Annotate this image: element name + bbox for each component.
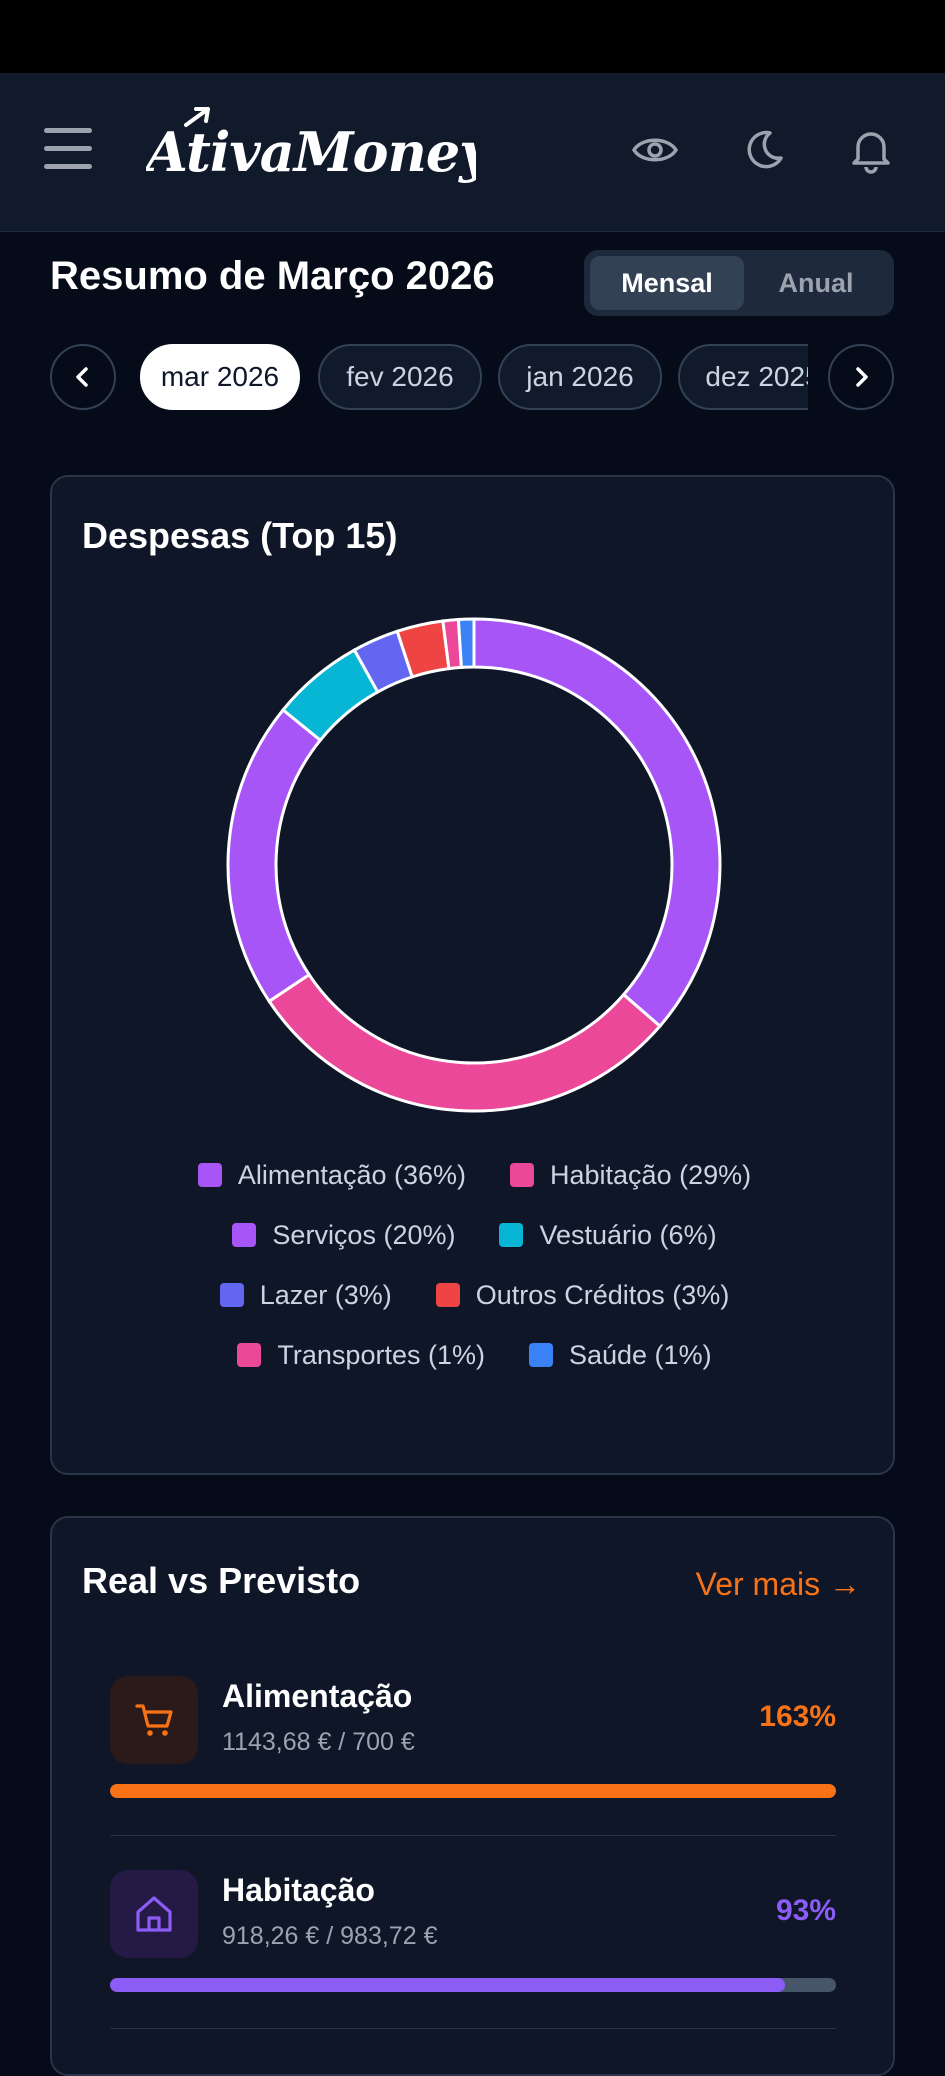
divider bbox=[110, 1835, 836, 1836]
budget-icon-bg bbox=[110, 1870, 198, 1958]
legend-swatch bbox=[219, 1283, 244, 1307]
month-chip[interactable]: fev 2026 bbox=[318, 344, 482, 410]
eye-icon[interactable] bbox=[630, 125, 680, 175]
next-month-button[interactable] bbox=[828, 344, 894, 410]
legend-swatch bbox=[237, 1343, 262, 1367]
expenses-title: Despesas (Top 15) bbox=[82, 515, 398, 556]
donut-slice-serviços[interactable] bbox=[226, 707, 323, 1004]
legend-label: Serviços (20%) bbox=[272, 1219, 456, 1250]
month-chips: mar 2026 fev 2026 jan 2026 dez 2025 bbox=[140, 344, 808, 414]
legend-label: Alimentação (36%) bbox=[237, 1159, 466, 1190]
legend-label: Transportes (1%) bbox=[277, 1339, 485, 1370]
legend-item[interactable]: Serviços (20%) bbox=[232, 1220, 455, 1251]
legend-swatch bbox=[197, 1163, 222, 1187]
chevron-right-icon bbox=[856, 367, 868, 387]
app-logo[interactable]: AtivaMoney bbox=[146, 105, 476, 195]
svg-text:AtivaMoney: AtivaMoney bbox=[146, 120, 476, 184]
status-bar bbox=[0, 0, 945, 73]
cart-icon bbox=[135, 1704, 173, 1736]
donut-slice-saúde[interactable] bbox=[456, 617, 476, 669]
legend-swatch bbox=[510, 1163, 534, 1187]
donut-slice-habitação[interactable] bbox=[267, 972, 663, 1113]
toggle-annual[interactable]: Anual bbox=[744, 256, 888, 310]
month-selector: mar 2026 fev 2026 jan 2026 dez 2025 bbox=[50, 344, 895, 414]
legend-label: Lazer (3%) bbox=[259, 1279, 392, 1310]
budget-amount: 1143,68 € / 700 € bbox=[222, 1728, 415, 1756]
expenses-donut-chart bbox=[226, 617, 722, 1113]
budget-percent: 93% bbox=[775, 1894, 836, 1927]
budget-icon-bg bbox=[110, 1676, 198, 1764]
legend-item[interactable]: Outros Créditos (3%) bbox=[435, 1279, 730, 1311]
moon-icon[interactable] bbox=[738, 125, 788, 175]
budget-progress-bar bbox=[110, 1978, 836, 1992]
page-title: Resumo de Março 2026 bbox=[50, 254, 495, 298]
month-chip[interactable]: jan 2026 bbox=[498, 344, 662, 410]
period-toggle: Mensal Anual bbox=[584, 250, 894, 316]
legend-swatch bbox=[499, 1223, 524, 1247]
see-more-link[interactable]: Ver mais → bbox=[696, 1566, 861, 1603]
legend-swatch bbox=[528, 1343, 553, 1367]
budget-card: Real vs Previsto Ver mais → Alimentação … bbox=[50, 1516, 895, 2076]
donut-slice-alimentação[interactable] bbox=[472, 617, 722, 1029]
divider bbox=[110, 2028, 836, 2029]
budget-item[interactable]: Alimentação 1143,68 € / 700 € 163% bbox=[110, 1676, 836, 1806]
chart-legend: Alimentação (36%) Habitação (29%) Serviç… bbox=[52, 1145, 897, 1385]
menu-icon[interactable] bbox=[44, 128, 92, 172]
budget-category: Habitação bbox=[222, 1872, 375, 1908]
legend-item[interactable]: Transportes (1%) bbox=[237, 1340, 485, 1371]
legend-swatch bbox=[435, 1283, 460, 1307]
month-chip[interactable]: dez 2025 bbox=[678, 344, 808, 410]
legend-label: Vestuário (6%) bbox=[539, 1219, 717, 1250]
month-chip[interactable]: mar 2026 bbox=[140, 344, 300, 410]
budget-progress-fill bbox=[110, 1784, 836, 1798]
legend-label: Saúde (1%) bbox=[568, 1339, 712, 1370]
legend-swatch bbox=[232, 1223, 257, 1247]
home-icon bbox=[136, 1896, 172, 1932]
bell-icon[interactable] bbox=[846, 125, 896, 175]
expenses-card: Despesas (Top 15) Alimentação (36%) Habi… bbox=[50, 475, 895, 1475]
legend-item[interactable]: Lazer (3%) bbox=[219, 1279, 392, 1311]
budget-amount: 918,26 € / 983,72 € bbox=[222, 1922, 438, 1950]
legend-item[interactable]: Vestuário (6%) bbox=[499, 1219, 717, 1251]
legend-item[interactable]: Alimentação (36%) bbox=[197, 1159, 466, 1191]
budget-progress-fill bbox=[110, 1978, 786, 1992]
legend-label: Outros Créditos (3%) bbox=[475, 1279, 730, 1310]
summary-header: Resumo de Março 2026 Mensal Anual bbox=[50, 248, 895, 318]
budget-title: Real vs Previsto bbox=[82, 1560, 361, 1601]
budget-progress-bar bbox=[110, 1784, 836, 1798]
budget-category: Alimentação bbox=[222, 1678, 413, 1714]
budget-percent: 163% bbox=[759, 1700, 836, 1733]
chevron-left-icon bbox=[76, 367, 88, 387]
app-header: AtivaMoney bbox=[0, 73, 945, 232]
prev-month-button[interactable] bbox=[50, 344, 116, 410]
toggle-monthly[interactable]: Mensal bbox=[590, 256, 744, 310]
legend-item[interactable]: Habitação (29%) bbox=[510, 1160, 751, 1191]
legend-label: Habitação (29%) bbox=[550, 1159, 752, 1190]
legend-item[interactable]: Saúde (1%) bbox=[528, 1339, 712, 1371]
budget-item[interactable]: Habitação 918,26 € / 983,72 € 93% bbox=[110, 1870, 836, 2000]
